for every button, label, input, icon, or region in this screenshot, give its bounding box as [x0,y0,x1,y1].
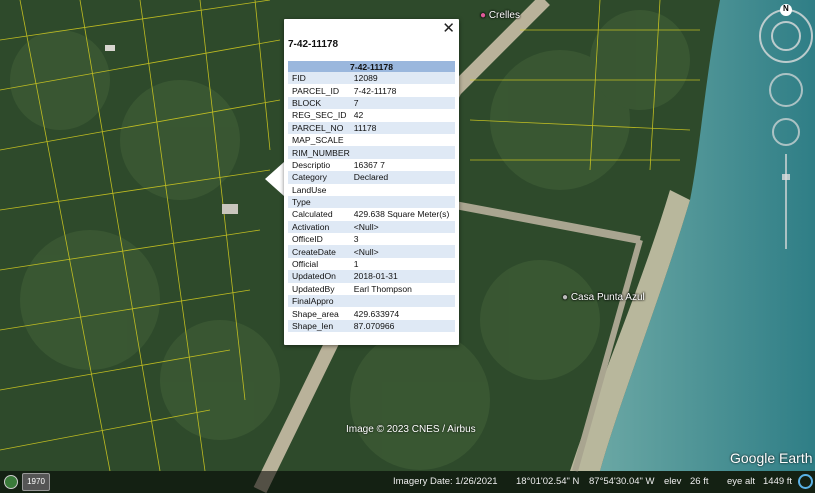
place-label-casa-punta-azul[interactable]: ● Casa Punta Azul [562,292,645,303]
attribute-value: <Null> [349,220,455,234]
attribute-value [349,295,455,308]
attribute-value [350,184,455,196]
attribute-value: 12089 [349,72,455,85]
attribute-key: FinalAppro [288,295,350,308]
longitude-readout: 87°54'30.04" W [589,476,655,487]
place-pin-icon: ● [562,292,569,303]
attribute-key: REG_SEC_ID [292,110,347,121]
attribute-key: FID [288,72,350,85]
attribute-row: LandUse [288,184,455,196]
attribute-key: OfficeID [292,234,323,245]
attribute-row: PARCEL_ID 7-42-11178 [288,84,455,96]
attribute-key: Activation [288,220,350,234]
attribute-value: 2018-01-31 [349,270,455,283]
attribute-row: OfficeID 3 [288,233,455,245]
latitude-readout: 18°01'02.54" N [516,476,580,487]
streaming-indicator-icon [798,474,813,489]
attribute-key: RIM_NUMBER [288,146,350,159]
attribute-value [349,146,455,159]
attribute-row: FID 12089 [288,72,455,85]
attribute-value: 7-42-11178 [353,85,397,96]
attribute-value: 16367 7 [353,159,385,170]
attribute-row: REG_SEC_ID 42 [288,109,455,121]
north-label: N [783,4,789,13]
attribute-key: PARCEL_ID [292,85,340,96]
popup-title: 7-42-11178 [288,39,339,50]
elevation-value: 26 ft [690,476,709,487]
attribute-key: MAP_SCALE [292,135,344,146]
close-icon[interactable]: ✕ [442,21,455,37]
attribute-value: 7 [349,96,455,110]
attribute-row: Activation <Null> [288,220,455,234]
attribute-row: Official 1 [288,258,455,270]
attribute-row: FinalAppro [288,295,455,308]
attribute-key: Descriptio [292,159,331,170]
eye-alt-label: eye alt [727,476,755,487]
attribute-key: Shape_area [292,308,339,319]
navigation-controls[interactable]: N [758,4,814,274]
attribute-key: BLOCK [288,96,350,110]
attribute-row: Type [288,195,455,209]
pink-pin-icon: ● [480,10,487,21]
status-bar: 1970 Imagery Date: 1/26/2021 18°01'02.54… [0,471,815,493]
attribute-row: CreateDate <Null> [288,245,455,258]
attribute-value: 1 [353,259,359,270]
attribute-row: Calculated 429.638 Square Meter(s) [288,208,455,220]
eye-alt-value: 1449 ft [763,476,793,487]
attribute-table: 7-42-11178 FID 12089 PARCEL_ID 7-42-11178 BL… [288,61,455,333]
historical-imagery-icon[interactable] [4,475,18,489]
feature-info-popup: ✕ 7-42-11178 7-42-11178 FID 12089 PARCEL_I… [284,19,459,345]
table-header: 7-42-11178 [288,61,455,72]
attribute-value [349,195,455,209]
place-label-crelles[interactable]: ● Crelles [480,10,520,21]
attribute-key: LandUse [292,184,327,195]
attribute-row: UpdatedOn 2018-01-31 [288,270,455,283]
attribute-value: 429.633974 [353,308,400,319]
attribute-value: 3 [353,234,359,245]
attribute-key: UpdatedOn [288,270,350,283]
attribute-key: PARCEL_NO [288,121,350,134]
attribute-value: Declared [349,171,455,184]
attribute-key: CreateDate [288,245,350,258]
attribute-row: RIM_NUMBER [288,146,455,159]
attribute-value: 87.070966 [349,319,455,333]
attribute-key: Calculated [292,209,333,220]
imagery-date: Imagery Date: 1/26/2021 [393,476,498,487]
attribute-row: MAP_SCALE [288,134,455,146]
attribute-key: Shape_len [288,319,350,333]
google-earth-logo: Google Earth [730,450,813,466]
attribute-row: Category Declared [288,171,455,184]
attribute-row: BLOCK 7 [288,96,455,110]
attribute-key: Type [288,195,350,209]
attribute-value [350,134,455,146]
attribute-value: 429.638 Square Meter(s) [353,209,450,220]
attribute-key: Official [292,259,319,270]
attribute-value: <Null> [349,245,455,258]
attribute-row: Descriptio 16367 7 [288,159,455,171]
attribute-key: Category [288,171,350,184]
compass-icon[interactable] [758,4,814,274]
attribute-value: Earl Thompson [353,283,412,294]
attribute-row: UpdatedBy Earl Thompson [288,283,455,295]
attribute-key: UpdatedBy [292,283,335,294]
attribute-value: 11178 [349,121,455,134]
popup-pointer [265,162,284,196]
elevation-label: elev [664,476,682,487]
imagery-credit: Image © 2023 CNES / Airbus [346,424,476,435]
attribute-row: Shape_area 429.633974 [288,307,455,319]
attribute-row: Shape_len 87.070966 [288,319,455,333]
attribute-value: 42 [353,110,364,121]
year-badge[interactable]: 1970 [22,473,50,491]
attribute-row: PARCEL_NO 11178 [288,121,455,134]
